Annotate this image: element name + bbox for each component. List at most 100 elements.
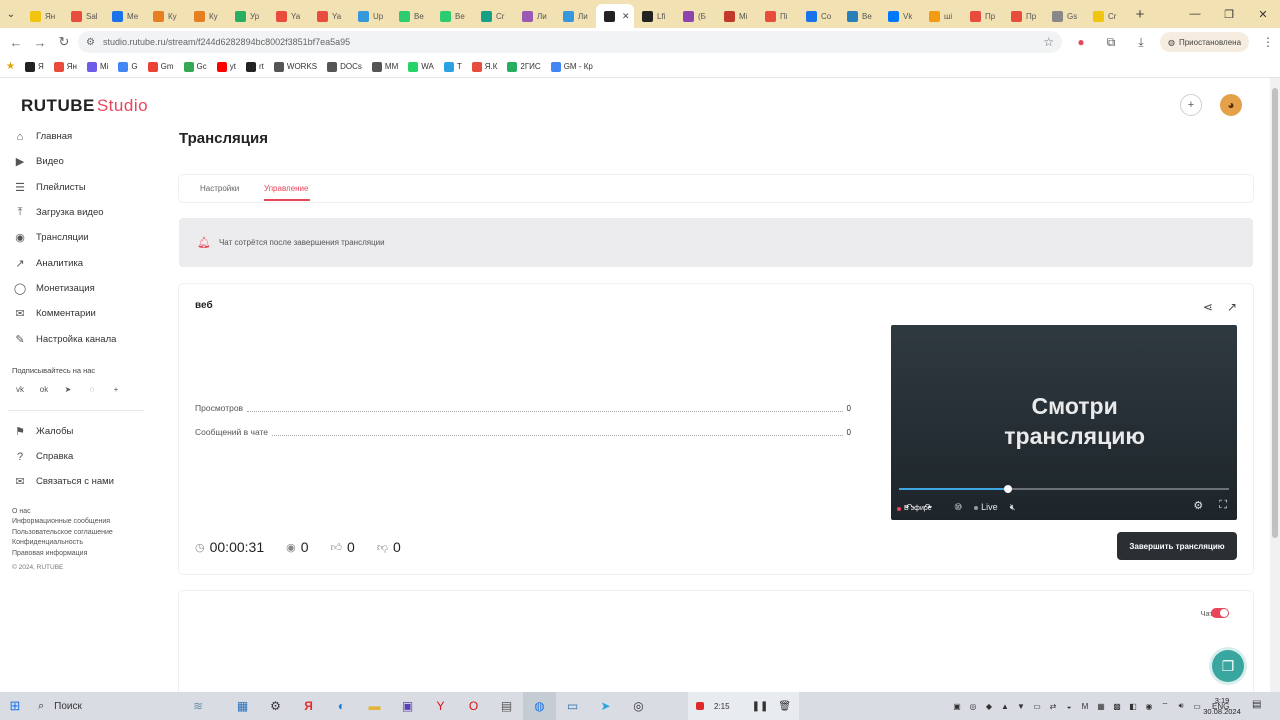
telegram-icon[interactable]: ➤ [62, 385, 74, 394]
browser-tab[interactable]: Пі [757, 4, 798, 28]
browser-tab[interactable]: Up [350, 4, 391, 28]
yandex-app-icon[interactable]: Я [292, 699, 325, 713]
browser-tab[interactable]: Мі [716, 4, 757, 28]
browser-tab[interactable]: ші [921, 4, 962, 28]
bookmark-item[interactable]: Я [24, 61, 44, 72]
browser-tab[interactable]: Пр [1003, 4, 1044, 28]
notifications-icon[interactable]: ▤ [1252, 699, 1261, 710]
trash-icon[interactable]: 🗑︎ [778, 701, 791, 712]
tray-icon[interactable]: ◧ [1128, 702, 1138, 711]
file-explorer-icon[interactable]: ▬ [358, 699, 391, 713]
mute-icon[interactable]: 🔇︎ [1010, 502, 1016, 513]
bookmark-item[interactable]: GM - Кр [550, 61, 593, 72]
tray-icon[interactable]: M [1080, 702, 1090, 711]
store-app-icon[interactable]: ▣ [391, 699, 424, 713]
sidebar-item[interactable]: ⤒ Загрузка видео [0, 200, 160, 225]
tray-icon[interactable]: ◉ [1144, 702, 1154, 711]
browser-tab[interactable]: Ya [309, 4, 350, 28]
wifi-icon[interactable]: ⌔ [1160, 701, 1170, 711]
profile-paused-pill[interactable]: ◍ Приостановлена [1160, 32, 1250, 52]
tray-icon[interactable]: ◒ [1064, 702, 1074, 711]
extensions-puzzle-icon[interactable]: ⧉ [1100, 35, 1122, 50]
browser-tab[interactable]: Gs [1044, 4, 1085, 28]
end-stream-button[interactable]: Завершить трансляцию [1117, 532, 1237, 560]
browser-tab[interactable]: Cr [473, 4, 514, 28]
obs-app-icon[interactable]: ◎ [622, 699, 655, 713]
settings-gear-icon[interactable]: ⚙ [1193, 499, 1203, 512]
bookmark-item[interactable]: WORKS [273, 61, 317, 72]
browser-tab[interactable]: Sal [63, 4, 104, 28]
add-content-icon[interactable]: + [1180, 94, 1202, 116]
browser-tab[interactable]: Be [391, 4, 432, 28]
sidebar-item[interactable]: ↗ Аналитика [0, 250, 160, 275]
browser-tab[interactable]: (Б [675, 4, 716, 28]
browser-tab[interactable]: Vk [880, 4, 921, 28]
support-chat-button[interactable]: ❐ [1212, 650, 1244, 682]
bookmark-item[interactable]: 2ГИС [507, 61, 541, 72]
odnoklassniki-icon[interactable]: ok [38, 385, 50, 394]
footer-link[interactable]: Правовая информация [12, 549, 160, 560]
folder-app-icon[interactable]: ▤ [490, 699, 523, 713]
shark-widget-icon[interactable]: ≋ [170, 699, 226, 713]
browser-tab[interactable]: Be [432, 4, 473, 28]
downloads-icon[interactable]: ⤓ [1130, 35, 1152, 50]
browser-tab[interactable]: Ли [514, 4, 555, 28]
browser-tab[interactable]: Ян [22, 4, 63, 28]
skip-10-icon[interactable]: ⑩ [954, 502, 962, 513]
tab-management[interactable]: Управление [264, 184, 308, 193]
close-window-icon[interactable]: ✕ [1246, 8, 1280, 21]
taskbar-clock[interactable]: 3:19 30.08.2024 [1198, 695, 1246, 717]
tab-close-icon[interactable]: ✕ [622, 11, 630, 22]
footer-link[interactable]: Пользовательское соглашение [12, 528, 160, 539]
video-player[interactable]: Смотри трансляцию ↶ ↷ ⑩ Live 🔇︎ ⚙ ⛶ В эф… [891, 325, 1237, 520]
back-icon[interactable]: ← [4, 35, 28, 50]
page-scrollbar[interactable] [1270, 78, 1280, 692]
footer-link[interactable]: Информационные сообщения [12, 517, 160, 528]
browser-tab[interactable]: Ме [104, 4, 145, 28]
bookmark-item[interactable]: Mi [86, 61, 108, 72]
browser-tab[interactable]: Cr [1085, 4, 1126, 28]
tab-settings[interactable]: Настройки [200, 184, 239, 193]
sidebar-item[interactable]: ? Справка [0, 444, 160, 469]
tray-icon[interactable]: ◆ [984, 702, 994, 711]
chat-toggle[interactable] [1211, 608, 1229, 618]
pause-icon[interactable]: ❚❚ [752, 701, 769, 712]
volume-icon[interactable]: 🔊︎ [1176, 701, 1186, 711]
opera-app-icon[interactable]: O [457, 699, 490, 713]
live-indicator[interactable]: Live [974, 502, 998, 512]
sidebar-item[interactable]: ⚑ Жалобы [0, 419, 160, 444]
tray-icon[interactable]: ⇄ [1048, 702, 1058, 711]
fullscreen-icon[interactable]: ⛶ [1219, 499, 1227, 512]
browser-tab[interactable]: Lfi [634, 4, 675, 28]
tray-icon[interactable]: ▼ [1016, 702, 1026, 711]
footer-link[interactable]: О нас [12, 507, 160, 518]
windows-start-icon[interactable]: ⊞ [0, 698, 30, 714]
record-stop-icon[interactable] [696, 702, 704, 710]
settings-app-icon[interactable]: ⚙ [259, 699, 292, 713]
tray-icon[interactable]: ◎ [968, 702, 978, 711]
viber-icon[interactable]: ◌ [86, 385, 98, 394]
sidebar-item[interactable]: ◯ Монетизация [0, 276, 160, 301]
url-text[interactable]: studio.rutube.ru/stream/f244d6282894bc80… [103, 37, 350, 47]
edge-app-icon[interactable]: ◐ [325, 699, 358, 713]
monitor-app-icon[interactable]: ▭ [556, 699, 589, 713]
bookmark-item[interactable]: MM [371, 61, 398, 72]
browser-tab[interactable]: Ку [186, 4, 227, 28]
seek-handle[interactable] [1004, 485, 1012, 493]
browser-tab[interactable]: Ку [145, 4, 186, 28]
sidebar-item[interactable]: ✉ Связаться с нами [0, 469, 160, 494]
browser-tab[interactable]: Ли [555, 4, 596, 28]
sidebar-item[interactable]: ☰ Плейлисты [0, 175, 160, 200]
forward-icon[interactable]: → [28, 35, 52, 50]
yandex-browser-icon[interactable]: Y [424, 699, 457, 713]
bookmark-item[interactable]: WA [408, 61, 434, 72]
restore-icon[interactable]: ❐ [1212, 8, 1246, 21]
tray-icon[interactable]: ▲ [1000, 702, 1010, 711]
tray-icon[interactable]: ▦ [1096, 702, 1106, 711]
reload-icon[interactable]: ↻ [52, 34, 76, 50]
minimize-icon[interactable]: — [1178, 8, 1212, 20]
bookmark-item[interactable]: rt [246, 61, 264, 72]
browser-tab[interactable]: Ве [839, 4, 880, 28]
vk-icon[interactable]: vk [14, 385, 26, 394]
avatar[interactable]: ◕ [1220, 94, 1242, 116]
